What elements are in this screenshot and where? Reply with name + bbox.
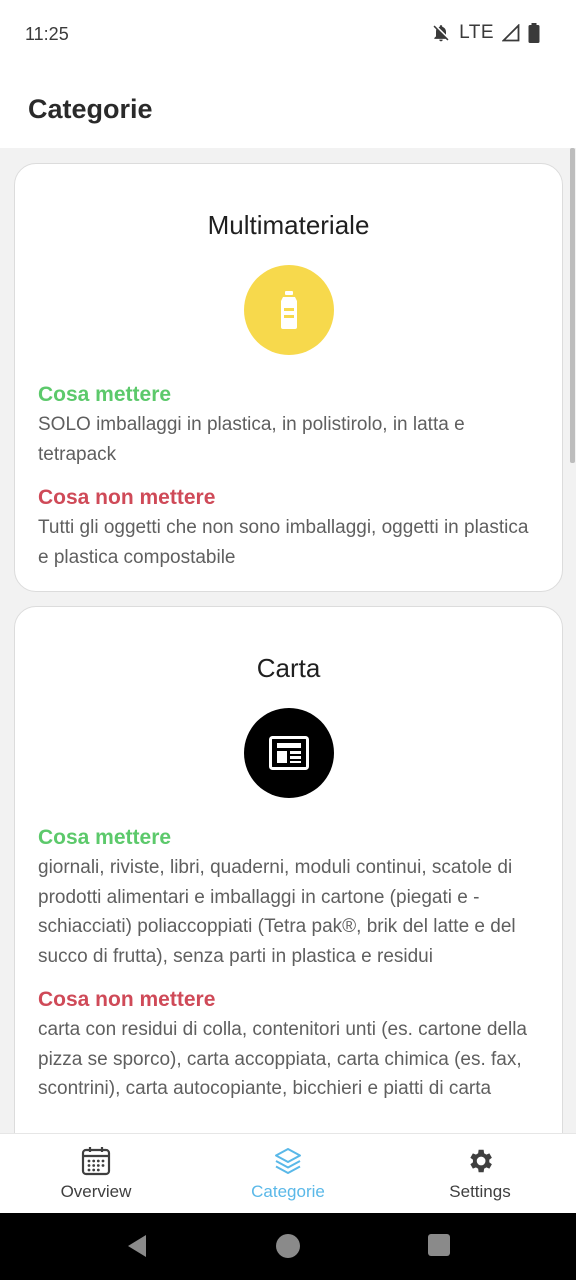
- category-card-carta[interactable]: Carta Cosa mettere giornali, riviste, li…: [14, 606, 563, 1133]
- status-icons: LTE: [431, 22, 540, 44]
- what-to-put-heading: Cosa mettere: [38, 826, 172, 849]
- scrollbar[interactable]: [570, 148, 575, 463]
- card-title: Multimateriale: [207, 210, 370, 240]
- what-not-to-put-heading: Cosa non mettere: [38, 486, 216, 509]
- app-bar: Categorie: [0, 72, 576, 148]
- bottom-navigation: Overview Categorie Settings: [0, 1133, 576, 1213]
- nav-label-overview: Overview: [60, 1182, 132, 1201]
- what-to-put-text: giornali, riviste, libri, quaderni, modu…: [38, 857, 516, 967]
- notifications-off-icon: [431, 23, 451, 43]
- calendar-icon: [81, 1146, 111, 1176]
- bottle-icon: [244, 265, 334, 355]
- layers-icon: [273, 1146, 303, 1176]
- battery-icon: [528, 23, 540, 43]
- what-to-put-heading: Cosa mettere: [38, 383, 172, 406]
- page-title: Categorie: [28, 94, 153, 124]
- nav-item-categorie[interactable]: Categorie: [192, 1134, 384, 1214]
- newspaper-icon: [244, 708, 334, 798]
- what-not-to-put-heading: Cosa non mettere: [38, 988, 216, 1011]
- home-icon[interactable]: [275, 1233, 301, 1264]
- recents-icon[interactable]: [427, 1233, 451, 1262]
- back-icon[interactable]: [124, 1233, 150, 1264]
- card-title: Carta: [256, 653, 321, 683]
- what-not-to-put-text: carta con residui di colla, contenitori …: [38, 1019, 527, 1099]
- system-navigation-bar: [0, 1213, 576, 1280]
- signal-icon: [502, 24, 520, 42]
- what-to-put-text: SOLO imballaggi in plastica, in polistir…: [38, 414, 465, 465]
- category-list[interactable]: Multimateriale Cosa mettere SOLO imballa…: [0, 148, 576, 1133]
- status-time: 11:25: [25, 24, 69, 44]
- network-type: LTE: [459, 22, 494, 43]
- status-bar: 11:25 LTE: [0, 0, 576, 72]
- nav-label-categorie: Categorie: [251, 1182, 325, 1201]
- category-card-multimateriale[interactable]: Multimateriale Cosa mettere SOLO imballa…: [14, 163, 563, 592]
- gear-icon: [465, 1146, 495, 1176]
- nav-item-settings[interactable]: Settings: [384, 1134, 576, 1214]
- what-not-to-put-text: Tutti gli oggetti che non sono imballagg…: [38, 517, 529, 568]
- nav-label-settings: Settings: [449, 1182, 511, 1201]
- nav-item-overview[interactable]: Overview: [0, 1134, 192, 1214]
